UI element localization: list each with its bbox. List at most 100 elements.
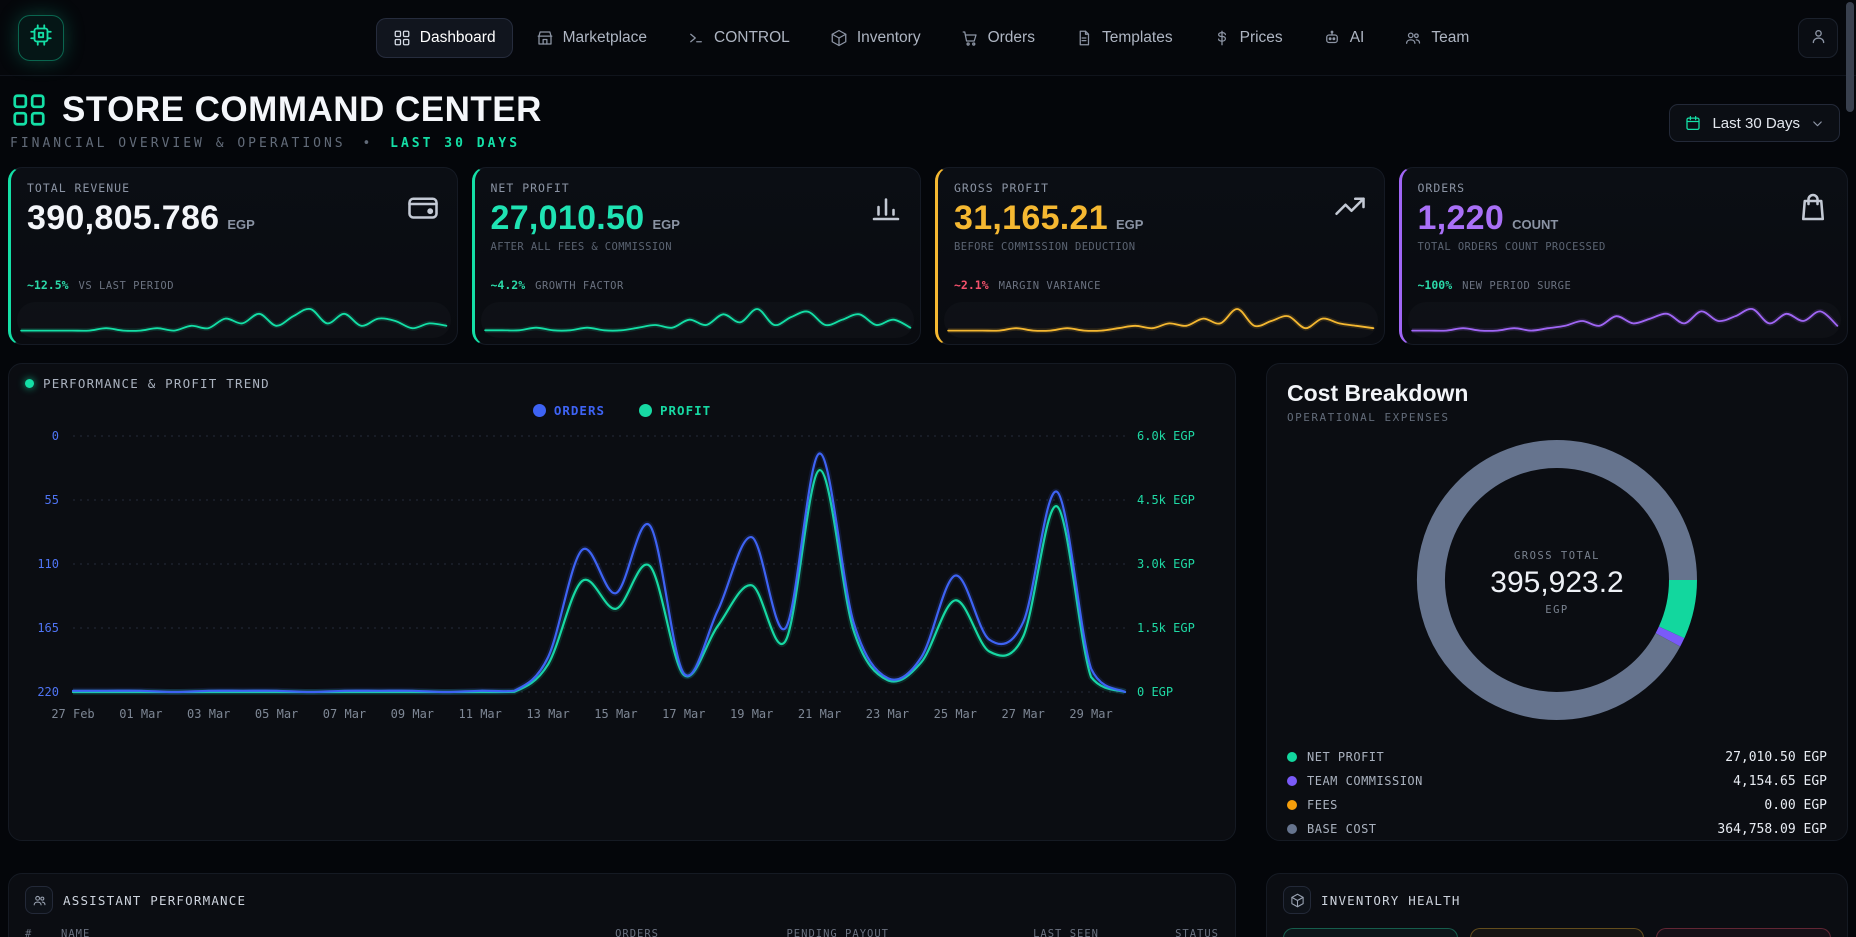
kpi-unit: EGP (652, 217, 679, 232)
svg-text:25 Mar: 25 Mar (934, 707, 977, 721)
svg-text:55: 55 (45, 493, 59, 507)
svg-text:15 Mar: 15 Mar (594, 707, 637, 721)
chart-legend: ORDERS PROFIT (25, 403, 1219, 418)
col-orders: ORDERS (489, 928, 659, 937)
inventory-stat-low-stock: LOW STOCK 04 (1470, 928, 1645, 937)
date-range-label: Last 30 Days (1712, 115, 1800, 132)
app-logo[interactable] (18, 15, 64, 61)
robot-icon (1323, 29, 1341, 47)
nav-item-label: Inventory (857, 29, 921, 47)
team-commission-dot-icon (1287, 776, 1297, 786)
nav-item-ai[interactable]: AI (1306, 18, 1382, 58)
nav-item-label: CONTROL (714, 29, 790, 47)
kpi-label: NET PROFIT (491, 181, 680, 195)
nav-item-label: Marketplace (563, 29, 647, 47)
svg-text:23 Mar: 23 Mar (866, 707, 909, 721)
inventory-stats: HEALTHY 03 LOW STOCK 04 EMPTY 68 (1283, 928, 1831, 937)
col-status: STATUS (1099, 928, 1219, 937)
nav-item-label: Dashboard (420, 29, 496, 47)
svg-text:165: 165 (37, 621, 59, 635)
scrollbar-thumb[interactable] (1846, 2, 1854, 112)
col-rank: # (25, 928, 61, 937)
svg-text:0 EGP: 0 EGP (1137, 685, 1173, 699)
kpi-label: ORDERS (1418, 181, 1606, 195)
inventory-health-panel: INVENTORY HEALTH HEALTHY 03 LOW STOCK 04 (1266, 873, 1848, 937)
inventory-stat-healthy: HEALTHY 03 (1283, 928, 1458, 937)
cost-legend: NET PROFIT 27,010.50 EGP TEAM COMMISSION… (1287, 745, 1827, 841)
package-icon (1283, 886, 1311, 914)
profit-legend-dot-icon (639, 404, 652, 417)
cost-legend-label: NET PROFIT (1307, 750, 1384, 764)
table-header: # NAME ORDERS PENDING PAYOUT LAST SEEN S… (25, 928, 1219, 937)
svg-text:03 Mar: 03 Mar (187, 707, 230, 721)
svg-text:17 Mar: 17 Mar (662, 707, 705, 721)
nav-item-prices[interactable]: Prices (1196, 18, 1300, 58)
calendar-icon (1684, 114, 1702, 132)
inventory-stat-empty: EMPTY 68 (1656, 928, 1831, 937)
svg-text:220: 220 (37, 685, 59, 699)
svg-text:27 Feb: 27 Feb (51, 707, 94, 721)
nav-item-dashboard[interactable]: Dashboard (376, 18, 513, 58)
subtitle-separator: • (362, 136, 373, 151)
legend-item-profit[interactable]: PROFIT (639, 403, 711, 418)
svg-text:07 Mar: 07 Mar (323, 707, 366, 721)
svg-text:11 Mar: 11 Mar (459, 707, 502, 721)
svg-text:6.0k EGP: 6.0k EGP (1137, 429, 1195, 443)
svg-text:13 Mar: 13 Mar (526, 707, 569, 721)
nav-item-control[interactable]: CONTROL (670, 18, 807, 58)
donut-center-unit: EGP (1545, 604, 1568, 616)
kpi-value: 27,010.50 (491, 199, 645, 238)
cost-legend-label: FEES (1307, 798, 1338, 812)
kpi-unit: EGP (1116, 217, 1143, 232)
kpi-delta-label: NEW PERIOD SURGE (1462, 280, 1571, 292)
nav-item-marketplace[interactable]: Marketplace (519, 18, 664, 58)
kpi-row: TOTAL REVENUE 390,805.786 EGP ~12.5% VS … (0, 157, 1856, 345)
base-cost-dot-icon (1287, 824, 1297, 834)
trend-up-icon (1332, 189, 1368, 225)
kpi-card-total-revenue: TOTAL REVENUE 390,805.786 EGP ~12.5% VS … (8, 167, 458, 345)
nav-item-templates[interactable]: Templates (1058, 18, 1190, 58)
nav-item-orders[interactable]: Orders (944, 18, 1052, 58)
legend-label: ORDERS (554, 403, 605, 418)
kpi-label: GROSS PROFIT (954, 181, 1143, 195)
nav-item-inventory[interactable]: Inventory (813, 18, 938, 58)
kpi-note: AFTER ALL FEES & COMMISSION (491, 241, 680, 254)
performance-trend-panel: PERFORMANCE & PROFIT TREND ORDERS PROFIT… (8, 363, 1236, 841)
cost-breakdown-subtitle: OPERATIONAL EXPENSES (1287, 411, 1827, 424)
kpi-note: BEFORE COMMISSION DEDUCTION (954, 241, 1143, 254)
kpi-sparkline (17, 302, 451, 338)
cost-legend-row: NET PROFIT 27,010.50 EGP (1287, 745, 1827, 769)
inventory-panel-title: INVENTORY HEALTH (1321, 893, 1461, 908)
kpi-note: TOTAL ORDERS COUNT PROCESSED (1418, 241, 1606, 254)
page-header: STORE COMMAND CENTER FINANCIAL OVERVIEW … (0, 76, 1856, 157)
legend-item-orders[interactable]: ORDERS (533, 403, 605, 418)
kpi-card-orders: ORDERS 1,220 COUNT TOTAL ORDERS COUNT PR… (1399, 167, 1849, 345)
subtitle-text: FINANCIAL OVERVIEW & OPERATIONS (10, 136, 346, 151)
users-icon (25, 886, 53, 914)
svg-text:21 Mar: 21 Mar (798, 707, 841, 721)
store-icon (536, 29, 554, 47)
donut-center-value: 395,923.2 (1490, 566, 1623, 600)
cost-breakdown-title: Cost Breakdown (1287, 380, 1827, 407)
kpi-note (27, 241, 255, 254)
cost-legend-row: FEES 0.00 EGP (1287, 793, 1827, 817)
subtitle-highlight: LAST 30 DAYS (390, 136, 520, 151)
nav-item-label: Orders (988, 29, 1035, 47)
nav-item-label: Prices (1240, 29, 1283, 47)
page-subtitle: FINANCIAL OVERVIEW & OPERATIONS • LAST 3… (10, 136, 542, 151)
cpu-chip-icon (28, 22, 54, 53)
cost-legend-value: 364,758.09 EGP (1717, 822, 1827, 837)
svg-text:1.5k EGP: 1.5k EGP (1137, 621, 1195, 635)
kpi-sparkline (481, 302, 915, 338)
date-range-selector[interactable]: Last 30 Days (1669, 104, 1840, 142)
cost-legend-value: 0.00 EGP (1764, 798, 1827, 813)
svg-text:29 Mar: 29 Mar (1069, 707, 1112, 721)
kpi-card-gross-profit: GROSS PROFIT 31,165.21 EGP BEFORE COMMIS… (935, 167, 1385, 345)
chevron-down-icon (1810, 116, 1825, 131)
nav-item-team[interactable]: Team (1387, 18, 1486, 58)
kpi-delta: ~12.5% (27, 278, 69, 292)
svg-text:01 Mar: 01 Mar (119, 707, 162, 721)
user-account-button[interactable] (1798, 18, 1838, 58)
kpi-unit: EGP (227, 217, 254, 232)
assistant-panel-title: ASSISTANT PERFORMANCE (63, 893, 246, 908)
